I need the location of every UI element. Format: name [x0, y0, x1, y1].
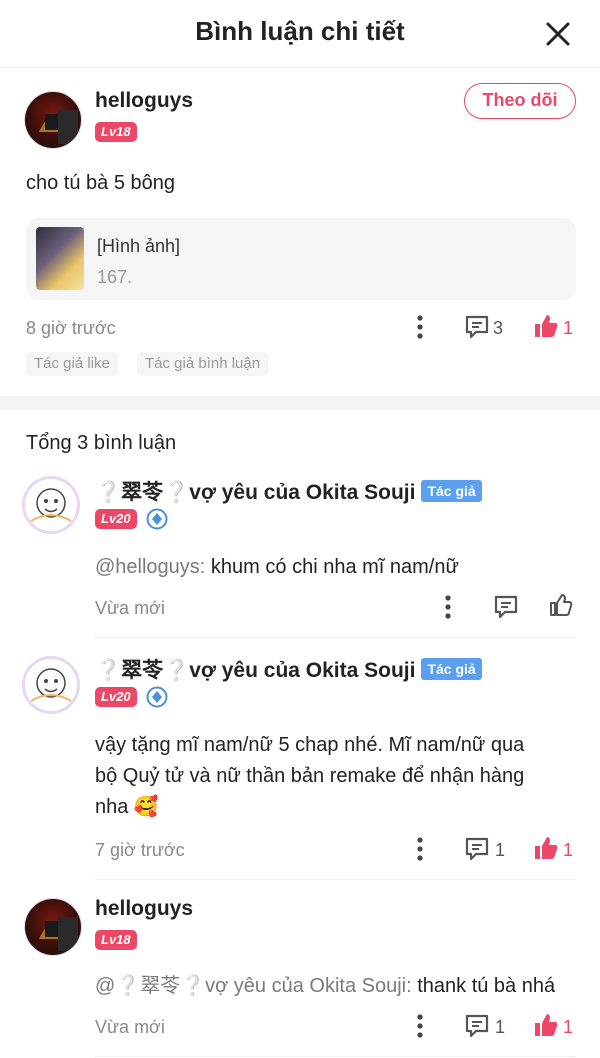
comment-icon[interactable] [464, 314, 490, 340]
comment-icon[interactable] [464, 1013, 490, 1039]
diamond-badge-icon [146, 686, 168, 708]
follow-button[interactable]: Theo dõi [464, 83, 576, 119]
close-icon[interactable] [544, 20, 572, 48]
comment-count: 1 [495, 1017, 506, 1037]
username-text: ❔翠苓❔vợ yêu của Okita Souji [95, 481, 416, 504]
like-count: 1 [563, 318, 574, 338]
like-icon[interactable] [533, 835, 559, 861]
avatar-art [30, 668, 72, 702]
username[interactable]: ❔翠苓❔vợ yêu của Okita Souji Tác giả [95, 476, 482, 506]
like-outline-icon[interactable] [548, 592, 574, 618]
timestamp: 8 giờ trước [26, 318, 116, 338]
image-attachment[interactable]: [Hình ảnh] 167. [26, 218, 576, 300]
diamond-badge-icon [146, 508, 168, 530]
like-icon[interactable] [533, 1012, 559, 1038]
more-options-icon[interactable] [416, 1014, 424, 1038]
level-badge: Lv18 [95, 122, 137, 142]
comment-icon[interactable] [493, 594, 519, 620]
header-bar: Bình luận chi tiết [0, 0, 600, 68]
level-badge: Lv20 [95, 509, 137, 529]
image-thumbnail [36, 227, 84, 290]
reply-text: @helloguys: khum có chi nha mĩ nam/nữ [95, 552, 459, 583]
comment-count: 3 [493, 318, 504, 338]
divider [95, 637, 575, 638]
tag-author-liked: Tác giả like [26, 352, 118, 376]
timestamp: Vừa mới [95, 1017, 165, 1037]
avatar-art [39, 917, 78, 951]
divider [95, 1056, 575, 1057]
more-options-icon[interactable] [444, 595, 452, 619]
reply-text-body: thank tú bà nhá [411, 975, 556, 997]
comment-text: cho tú bà 5 bông [26, 172, 176, 194]
author-tag: Tác giả [421, 658, 482, 680]
total-comments-label: Tổng 3 bình luận [26, 432, 177, 454]
section-divider [0, 396, 600, 410]
username-text: ❔翠苓❔vợ yêu của Okita Souji [95, 659, 416, 682]
reply-text-line: bộ Quỷ tử và nữ thần bản remake để nhận … [95, 765, 525, 787]
image-caption: 167. [97, 267, 133, 287]
avatar[interactable] [24, 91, 82, 149]
more-options-icon[interactable] [416, 315, 424, 339]
author-tag: Tác giả [421, 480, 482, 502]
timestamp: 7 giờ trước [95, 840, 185, 860]
image-label: [Hình ảnh] [97, 236, 181, 256]
tag-author-commented: Tác giả bình luận [137, 352, 269, 376]
username[interactable]: helloguys [95, 897, 193, 921]
username[interactable]: ❔翠苓❔vợ yêu của Okita Souji Tác giả [95, 654, 482, 684]
reply-text-body: khum có chi nha mĩ nam/nữ [205, 556, 459, 578]
level-badge: Lv20 [95, 687, 137, 707]
comment-count: 1 [495, 840, 506, 860]
mention[interactable]: @helloguys: [95, 556, 205, 578]
reply-text-line: vậy tặng mĩ nam/nữ 5 chap nhé. Mĩ nam/nữ… [95, 734, 525, 756]
like-count: 1 [563, 840, 574, 860]
comment-icon[interactable] [464, 836, 490, 862]
reply-text-line: nha 🥰 [95, 796, 159, 818]
level-badge: Lv18 [95, 930, 137, 950]
divider [95, 879, 575, 880]
mention[interactable]: @❔翠苓❔vợ yêu của Okita Souji: [95, 975, 412, 997]
like-count: 1 [563, 1017, 574, 1037]
reply-text: @❔翠苓❔vợ yêu của Okita Souji: thank tú bà… [95, 971, 555, 1002]
avatar[interactable] [22, 656, 80, 714]
avatar-art [39, 110, 78, 144]
avatar-art [30, 488, 72, 522]
avatar[interactable] [22, 476, 80, 534]
timestamp: Vừa mới [95, 598, 165, 618]
username[interactable]: helloguys [95, 89, 193, 113]
avatar[interactable] [24, 898, 82, 956]
like-icon[interactable] [533, 313, 559, 339]
page-title: Bình luận chi tiết [195, 16, 405, 46]
more-options-icon[interactable] [416, 837, 424, 861]
